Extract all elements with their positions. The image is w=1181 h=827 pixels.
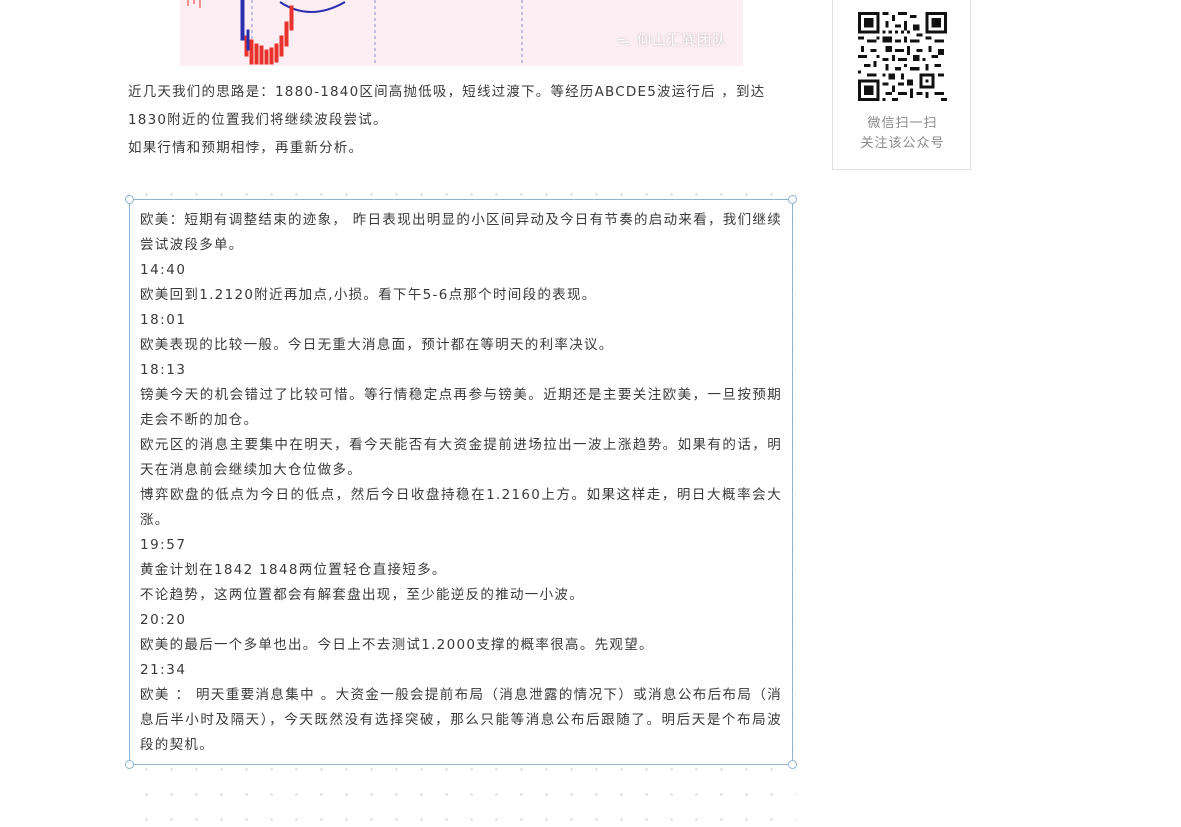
qr-caption-line-1: 微信扫一扫 bbox=[867, 116, 938, 131]
note-line: 黄金计划在1842 1848两位置轻仓直接短多。 bbox=[140, 562, 447, 578]
corner-ornament bbox=[788, 760, 797, 769]
trading-notes-box: 欧美：短期有调整结束的迹象， 昨日表现出明显的小区间异动及今日有节奏的启动来看，… bbox=[125, 195, 797, 769]
note-timestamp: 18:01 bbox=[140, 312, 187, 328]
watermark-text: 仰山汇巽团队 bbox=[637, 33, 727, 49]
note-timestamp: 19:57 bbox=[140, 537, 187, 553]
note-timestamp: 14:40 bbox=[140, 262, 187, 278]
intro-line-2: 如果行情和预期相悖，再重新分析。 bbox=[128, 140, 364, 156]
intro-line-1: 近几天我们的思路是：1880-1840区间高抛低吸，短线过渡下。等经历ABCDE… bbox=[128, 84, 766, 128]
note-line: 不论趋势，这两位置都会有解套盘出现，至少能逆反的推动一小波。 bbox=[140, 587, 584, 603]
note-line: 博弈欧盘的低点为今日的低点，然后今日收盘持稳在1.2160上方。如果这样走，明日… bbox=[140, 487, 782, 528]
note-line: 镑美今天的机会错过了比较可惜。等行情稳定点再参与镑美。近期还是主要关注欧美，一旦… bbox=[140, 387, 782, 428]
qr-code-image[interactable] bbox=[858, 12, 947, 101]
corner-ornament bbox=[125, 195, 134, 204]
note-line: 欧美表现的比较一般。今日无重大消息面，预计都在等明天的利率决议。 bbox=[140, 337, 614, 353]
note-line: 欧美 ： 明天重要消息集中 。大资金一般会提前布局（消息泄露的情况下）或消息公布… bbox=[140, 687, 782, 753]
corner-ornament bbox=[125, 760, 134, 769]
note-line: 欧美：短期有调整结束的迹象， 昨日表现出明显的小区间异动及今日有节奏的启动来看，… bbox=[140, 212, 782, 253]
note-timestamp: 20:20 bbox=[140, 612, 187, 628]
qr-caption: 微信扫一扫 关注该公众号 bbox=[833, 114, 972, 154]
chart-watermark: ᯓ 仰山汇巽团队 bbox=[616, 30, 727, 50]
note-timestamp: 21:34 bbox=[140, 662, 187, 678]
wechat-icon: ᯓ bbox=[616, 33, 631, 49]
corner-ornament bbox=[788, 195, 797, 204]
note-timestamp: 18:13 bbox=[140, 362, 187, 378]
intro-paragraph: 近几天我们的思路是：1880-1840区间高抛低吸，短线过渡下。等经历ABCDE… bbox=[128, 78, 798, 162]
article-page: ᯓ 仰山汇巽团队 近几天我们的思路是：1880-1840区间高抛低吸，短线过渡下。… bbox=[0, 0, 1181, 827]
note-line: 欧元区的消息主要集中在明天，看今天能否有大资金提前进场拉出一波上涨趋势。如果有的… bbox=[140, 437, 782, 478]
qr-code-card: 微信扫一扫 关注该公众号 bbox=[832, 0, 971, 170]
chart-image: ᯓ 仰山汇巽团队 bbox=[180, 0, 743, 66]
note-line: 欧美的最后一个多单也出。今日上不去测试1.2000支撑的概率很高。先观望。 bbox=[140, 637, 654, 653]
note-line: 欧美回到1.2120附近再加点,小损。看下午5-6点那个时间段的表现。 bbox=[140, 287, 597, 303]
qr-caption-line-2: 关注该公众号 bbox=[860, 136, 945, 151]
